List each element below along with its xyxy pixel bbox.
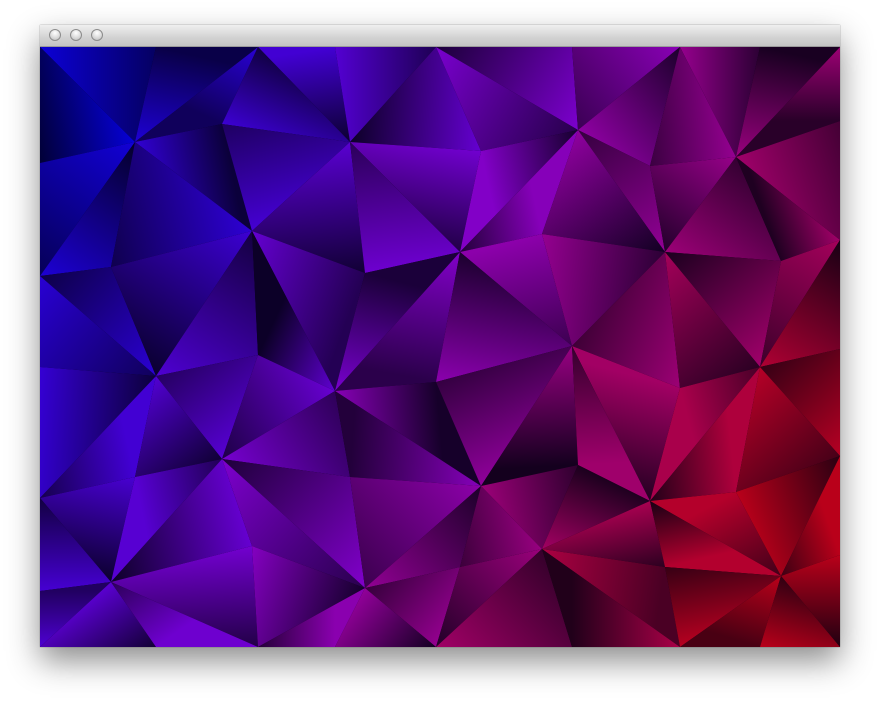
- close-button[interactable]: [49, 29, 61, 41]
- render-canvas[interactable]: [40, 47, 840, 647]
- polygon-art: [40, 47, 840, 647]
- minimize-button[interactable]: [70, 29, 82, 41]
- app-window: [40, 25, 840, 647]
- title-bar[interactable]: [40, 25, 840, 47]
- zoom-button[interactable]: [91, 29, 103, 41]
